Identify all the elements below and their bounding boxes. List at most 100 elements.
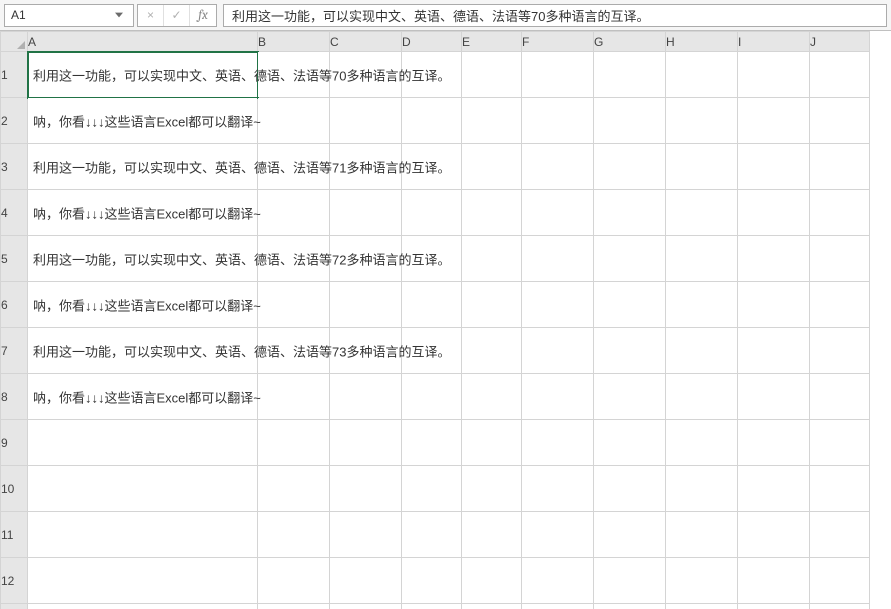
cell-c2[interactable]	[330, 98, 402, 144]
cell-d9[interactable]	[402, 420, 462, 466]
cell-g1[interactable]	[594, 52, 666, 98]
cell-j7[interactable]	[810, 328, 870, 374]
cell-f11[interactable]	[522, 512, 594, 558]
row-header-6[interactable]: 6	[1, 282, 28, 328]
cell-f10[interactable]	[522, 466, 594, 512]
cell-e6[interactable]	[462, 282, 522, 328]
cell-a10[interactable]	[28, 466, 258, 512]
cell-e9[interactable]	[462, 420, 522, 466]
cell-i10[interactable]	[738, 466, 810, 512]
cell-a13[interactable]	[28, 604, 258, 609]
cell-i2[interactable]	[738, 98, 810, 144]
cell-b6[interactable]	[258, 282, 330, 328]
cell-b2[interactable]	[258, 98, 330, 144]
cell-c6[interactable]	[330, 282, 402, 328]
column-header-h[interactable]: H	[666, 32, 738, 52]
cell-g11[interactable]	[594, 512, 666, 558]
cell-e1[interactable]	[462, 52, 522, 98]
cell-d4[interactable]	[402, 190, 462, 236]
cell-d6[interactable]	[402, 282, 462, 328]
row-header-11[interactable]: 11	[1, 512, 28, 558]
cell-h5[interactable]	[666, 236, 738, 282]
cell-g7[interactable]	[594, 328, 666, 374]
select-all-corner[interactable]	[1, 32, 28, 52]
cell-f13[interactable]	[522, 604, 594, 609]
cell-h8[interactable]	[666, 374, 738, 420]
cell-f6[interactable]	[522, 282, 594, 328]
row-header-8[interactable]: 8	[1, 374, 28, 420]
column-header-e[interactable]: E	[462, 32, 522, 52]
formula-input[interactable]: 利用这一功能，可以实现中文、英语、德语、法语等70多种语言的互译。	[223, 4, 887, 27]
cell-i4[interactable]	[738, 190, 810, 236]
cell-i13[interactable]	[738, 604, 810, 609]
cell-a12[interactable]	[28, 558, 258, 604]
column-header-g[interactable]: G	[594, 32, 666, 52]
cancel-button[interactable]: ×	[138, 5, 164, 26]
cell-j4[interactable]	[810, 190, 870, 236]
cell-b10[interactable]	[258, 466, 330, 512]
cell-i9[interactable]	[738, 420, 810, 466]
cell-a2[interactable]: 呐，你看↓↓↓这些语言Excel都可以翻译~	[28, 98, 258, 144]
cell-a4[interactable]: 呐，你看↓↓↓这些语言Excel都可以翻译~	[28, 190, 258, 236]
cell-a8[interactable]: 呐，你看↓↓↓这些语言Excel都可以翻译~	[28, 374, 258, 420]
cell-a5[interactable]: 利用这一功能，可以实现中文、英语、德语、法语等72多种语言的互译。	[28, 236, 258, 282]
cell-h12[interactable]	[666, 558, 738, 604]
cell-h9[interactable]	[666, 420, 738, 466]
row-header-7[interactable]: 7	[1, 328, 28, 374]
cell-j12[interactable]	[810, 558, 870, 604]
cell-e3[interactable]	[462, 144, 522, 190]
cell-e2[interactable]	[462, 98, 522, 144]
column-header-b[interactable]: B	[258, 32, 330, 52]
cell-b8[interactable]	[258, 374, 330, 420]
cell-h11[interactable]	[666, 512, 738, 558]
cell-a1[interactable]: 利用这一功能，可以实现中文、英语、德语、法语等70多种语言的互译。	[28, 52, 258, 98]
cell-d10[interactable]	[402, 466, 462, 512]
cell-h7[interactable]	[666, 328, 738, 374]
cell-j10[interactable]	[810, 466, 870, 512]
cell-b9[interactable]	[258, 420, 330, 466]
column-header-a[interactable]: A	[28, 32, 258, 52]
cell-g8[interactable]	[594, 374, 666, 420]
name-box-dropdown-icon[interactable]	[111, 7, 127, 23]
column-header-f[interactable]: F	[522, 32, 594, 52]
cell-f12[interactable]	[522, 558, 594, 604]
cell-e10[interactable]	[462, 466, 522, 512]
cell-d8[interactable]	[402, 374, 462, 420]
cell-i11[interactable]	[738, 512, 810, 558]
cell-d13[interactable]	[402, 604, 462, 609]
cell-f5[interactable]	[522, 236, 594, 282]
cell-e7[interactable]	[462, 328, 522, 374]
cell-g2[interactable]	[594, 98, 666, 144]
row-header-3[interactable]: 3	[1, 144, 28, 190]
accept-button[interactable]: ✓	[164, 5, 190, 26]
cell-a3[interactable]: 利用这一功能，可以实现中文、英语、德语、法语等71多种语言的互译。	[28, 144, 258, 190]
cell-g6[interactable]	[594, 282, 666, 328]
cell-b4[interactable]	[258, 190, 330, 236]
row-header-12[interactable]: 12	[1, 558, 28, 604]
cell-c4[interactable]	[330, 190, 402, 236]
cell-e12[interactable]	[462, 558, 522, 604]
cell-d11[interactable]	[402, 512, 462, 558]
cell-e11[interactable]	[462, 512, 522, 558]
cell-f7[interactable]	[522, 328, 594, 374]
cell-i3[interactable]	[738, 144, 810, 190]
cell-f2[interactable]	[522, 98, 594, 144]
cell-d2[interactable]	[402, 98, 462, 144]
cell-e4[interactable]	[462, 190, 522, 236]
cell-j6[interactable]	[810, 282, 870, 328]
cell-e13[interactable]	[462, 604, 522, 609]
cell-c10[interactable]	[330, 466, 402, 512]
cell-g12[interactable]	[594, 558, 666, 604]
cell-e8[interactable]	[462, 374, 522, 420]
cell-i8[interactable]	[738, 374, 810, 420]
cell-b13[interactable]	[258, 604, 330, 609]
cell-g3[interactable]	[594, 144, 666, 190]
cell-g10[interactable]	[594, 466, 666, 512]
row-header-9[interactable]: 9	[1, 420, 28, 466]
cell-j11[interactable]	[810, 512, 870, 558]
cell-h3[interactable]	[666, 144, 738, 190]
cell-a7[interactable]: 利用这一功能，可以实现中文、英语、德语、法语等73多种语言的互译。	[28, 328, 258, 374]
cell-b11[interactable]	[258, 512, 330, 558]
cell-b12[interactable]	[258, 558, 330, 604]
column-header-i[interactable]: I	[738, 32, 810, 52]
